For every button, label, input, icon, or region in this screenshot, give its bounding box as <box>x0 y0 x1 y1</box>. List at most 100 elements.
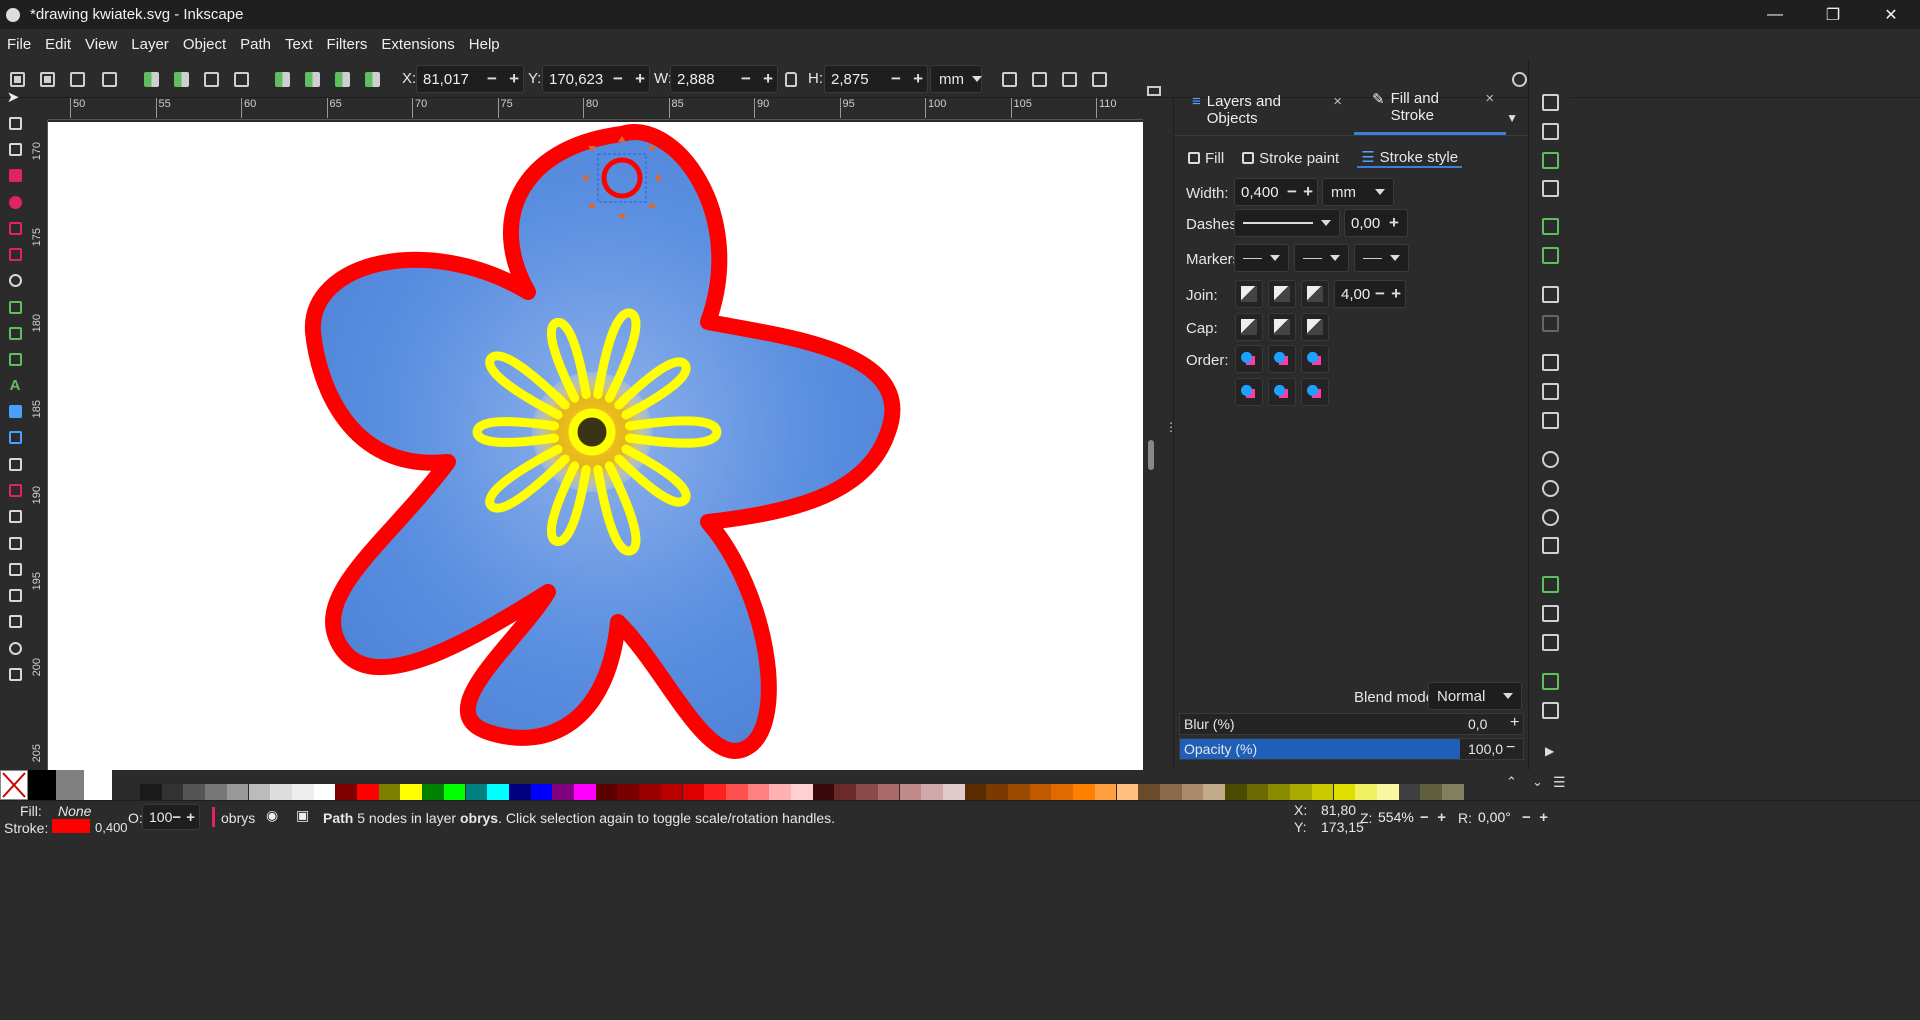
palette-swatch[interactable] <box>1376 784 1399 800</box>
paint-bucket-tool-icon[interactable] <box>6 481 24 499</box>
minus-icon[interactable]: − <box>1506 739 1515 757</box>
minus-icon[interactable]: − <box>1287 182 1297 202</box>
palette-swatch[interactable] <box>1398 784 1421 800</box>
palette-scroll-up-icon[interactable]: ⌃ <box>1506 774 1517 790</box>
palette-swatch[interactable] <box>1181 784 1204 800</box>
menu-file[interactable]: File <box>0 36 38 53</box>
minus-icon[interactable]: − <box>1375 284 1385 304</box>
copy-icon[interactable] <box>1542 354 1559 371</box>
subtab-fill[interactable]: Fill <box>1188 148 1224 168</box>
palette-swatch[interactable] <box>660 784 683 800</box>
menu-edit[interactable]: Edit <box>38 36 78 53</box>
plus-icon[interactable]: + <box>763 69 773 89</box>
spray-tool-icon[interactable] <box>6 534 24 552</box>
scale-corners-icon[interactable] <box>1028 68 1050 90</box>
palette-swatch[interactable] <box>574 784 596 800</box>
measure-tool-icon[interactable] <box>6 665 24 683</box>
cap-square-button[interactable] <box>1301 313 1329 341</box>
pages-tool-icon[interactable] <box>6 612 24 630</box>
menu-filters[interactable]: Filters <box>320 36 375 53</box>
gray-swatch[interactable] <box>56 770 84 800</box>
palette-swatch[interactable] <box>1442 784 1464 800</box>
group-icon[interactable] <box>1542 673 1559 690</box>
palette-swatch[interactable] <box>812 784 835 800</box>
star-tool-icon[interactable] <box>6 219 24 237</box>
palette-swatch[interactable] <box>921 784 943 800</box>
raise-icon[interactable] <box>301 68 323 90</box>
raise-to-top-icon[interactable] <box>271 68 293 90</box>
subtab-stroke-style[interactable]: ☰ Stroke style <box>1357 148 1463 168</box>
touch-select-icon[interactable] <box>98 68 120 90</box>
minus-icon[interactable]: − <box>487 69 497 89</box>
palette-swatch[interactable] <box>183 784 206 800</box>
black-swatch[interactable] <box>28 770 56 800</box>
mesh-tool-icon[interactable] <box>6 428 24 446</box>
select-all-icon[interactable] <box>6 68 28 90</box>
palette-swatch[interactable] <box>508 784 531 800</box>
paste-icon[interactable] <box>1542 412 1559 429</box>
plus-icon[interactable]: + <box>1510 714 1519 732</box>
rectangle-tool-icon[interactable] <box>6 166 24 184</box>
rotate-ccw-icon[interactable] <box>140 68 162 90</box>
close-tab-icon[interactable]: × <box>1485 90 1494 124</box>
palette-swatch[interactable] <box>400 784 423 800</box>
palette-swatch[interactable] <box>248 784 271 800</box>
palette-swatch[interactable] <box>291 784 314 800</box>
plus-icon[interactable]: + <box>186 809 195 826</box>
lower-icon[interactable] <box>331 68 353 90</box>
color-palette[interactable]: ⌃ ⌄ ☰ <box>0 770 1920 800</box>
palette-swatch[interactable] <box>313 784 336 800</box>
palette-swatch[interactable] <box>1355 784 1377 800</box>
opacity-slider[interactable]: Opacity (%) 100,0 − <box>1179 738 1524 760</box>
mid-marker-select[interactable] <box>1294 244 1349 272</box>
plus-icon[interactable]: + <box>1391 284 1401 304</box>
palette-swatch[interactable] <box>639 784 661 800</box>
palette-swatch[interactable] <box>964 784 987 800</box>
join-round-button[interactable] <box>1268 280 1296 308</box>
palette-swatch[interactable] <box>270 784 292 800</box>
palette-swatch[interactable] <box>422 784 444 800</box>
cut-icon[interactable] <box>1542 383 1559 400</box>
white-swatch[interactable] <box>84 770 112 800</box>
stroke-color-swatch[interactable] <box>52 819 90 833</box>
subtab-stroke-paint[interactable]: Stroke paint <box>1242 148 1339 168</box>
palette-swatch[interactable] <box>487 784 509 800</box>
menu-extensions[interactable]: Extensions <box>374 36 461 53</box>
join-miter-button[interactable] <box>1301 280 1329 308</box>
undo-icon[interactable] <box>1542 286 1559 303</box>
zoom-tool-icon[interactable] <box>6 639 24 657</box>
horizontal-ruler[interactable]: 50 55 60 65 70 75 80 85 90 95 100 105 110 <box>48 98 1143 120</box>
order-stroke-markers-fill-button[interactable] <box>1268 345 1296 373</box>
cap-butt-button[interactable] <box>1235 313 1263 341</box>
w-input[interactable]: 2,888 − + <box>670 65 778 93</box>
minus-icon[interactable]: − <box>172 809 181 826</box>
close-button[interactable]: ✕ <box>1862 0 1920 29</box>
stroke-width-value[interactable]: 0,400 <box>95 820 128 835</box>
deselect-icon[interactable] <box>66 68 88 90</box>
palette-swatch[interactable] <box>1116 784 1139 800</box>
snap-icon[interactable] <box>1508 68 1530 90</box>
palette-swatch[interactable] <box>877 784 900 800</box>
calligraphy-tool-icon[interactable] <box>6 350 24 368</box>
miter-limit-input[interactable]: 4,00 − + <box>1334 280 1406 308</box>
palette-swatch[interactable] <box>1246 784 1269 800</box>
maximize-button[interactable]: ❐ <box>1804 0 1862 29</box>
lock-ratio-icon[interactable] <box>780 68 802 90</box>
node-tool-icon[interactable] <box>6 114 24 132</box>
minus-icon[interactable]: − <box>613 69 623 89</box>
palette-swatch[interactable] <box>226 784 249 800</box>
palette-menu-icon[interactable]: ☰ <box>1553 774 1566 791</box>
duplicate-icon[interactable] <box>1542 576 1559 593</box>
pencil-tool-icon[interactable] <box>6 324 24 342</box>
text-tool-icon[interactable]: A <box>6 376 24 394</box>
plus-icon[interactable]: + <box>1303 182 1313 202</box>
menu-path[interactable]: Path <box>233 36 278 53</box>
palette-swatch[interactable] <box>1268 784 1291 800</box>
eye-icon[interactable]: ◉ <box>266 807 278 824</box>
palette-swatch[interactable] <box>1159 784 1182 800</box>
minus-icon[interactable]: − <box>891 69 901 89</box>
dash-offset-input[interactable]: 0,00 + <box>1344 209 1408 237</box>
rotate-cw-icon[interactable] <box>170 68 192 90</box>
tab-layers-and-objects[interactable]: ≡ Layers and Objects × <box>1174 93 1354 135</box>
order-fill-markers-stroke-button[interactable] <box>1301 345 1329 373</box>
